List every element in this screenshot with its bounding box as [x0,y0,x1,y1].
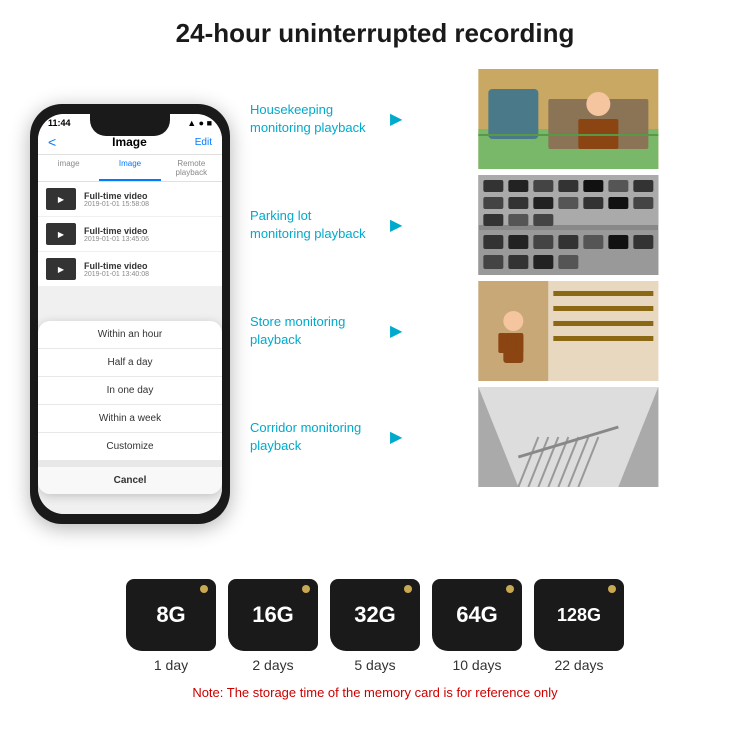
storage-cards-row: 8G 1 day 16G 2 days 32G 5 days 64G 10 da… [126,579,624,673]
monitoring-label-housekeeping: Housekeepingmonitoring playback [250,101,380,137]
dropdown-item-within-hour[interactable]: Within an hour [38,321,222,349]
sd-card-16g: 16G [228,579,318,651]
sd-card-32g: 32G [330,579,420,651]
monitoring-section: Housekeepingmonitoring playback ▶ Parkin… [250,59,730,569]
monitoring-item-housekeeping: Housekeepingmonitoring playback ▶ [250,69,730,169]
main-content: 11:44 ▲ ● ■ < Image Edit image Image Rem… [0,59,750,569]
storage-card-128g: 128G 22 days [534,579,624,673]
monitoring-image-corridor [407,387,730,487]
phone-notch [90,114,170,136]
monitoring-text-housekeeping: Housekeepingmonitoring playback [250,102,366,135]
page-header: 24-hour uninterrupted recording [0,0,750,59]
item-title: Full-time video [84,226,214,236]
storage-days-8g: 1 day [154,657,188,673]
item-title: Full-time video [84,191,214,201]
monitoring-image-parking [407,175,730,275]
sd-card-label-64g: 64G [456,602,498,628]
phone-tabs: image Image Remote playback [38,155,222,182]
storage-days-32g: 5 days [354,657,395,673]
storage-card-8g: 8G 1 day [126,579,216,673]
storage-section: 8G 1 day 16G 2 days 32G 5 days 64G 10 da… [0,569,750,705]
dropdown-item-half-day[interactable]: Half a day [38,349,222,377]
dropdown-item-customize[interactable]: Customize [38,433,222,461]
sd-card-64g: 64G [432,579,522,651]
storage-card-16g: 16G 2 days [228,579,318,673]
monitoring-label-store: Store monitoringplayback [250,313,380,349]
storage-days-64g: 10 days [452,657,501,673]
monitoring-item-corridor: Corridor monitoringplayback ▶ [250,387,730,487]
sd-card-128g: 128G [534,579,624,651]
list-info: Full-time video 2019-01-01 15:58:08 [84,191,214,208]
corridor-photo [407,387,730,487]
parking-photo [407,175,730,275]
storage-card-64g: 64G 10 days [432,579,522,673]
sd-card-label-8g: 8G [156,602,185,628]
back-arrow-icon[interactable]: < [48,134,56,150]
monitoring-text-store: Store monitoringplayback [250,314,345,347]
storage-days-16g: 2 days [252,657,293,673]
store-photo [407,281,730,381]
list-item[interactable]: ▶ Full-time video 2019-01-01 13:40:08 [38,252,222,286]
storage-card-32g: 32G 5 days [330,579,420,673]
list-thumb: ▶ [46,258,76,280]
storage-note: Note: The storage time of the memory car… [192,685,557,700]
phone-dropdown: Within an hour Half a day In one day Wit… [38,321,222,494]
arrow-icon-store: ▶ [390,321,402,341]
arrow-icon-corridor: ▶ [390,427,402,447]
list-info: Full-time video 2019-01-01 13:40:08 [84,261,214,278]
storage-days-128g: 22 days [554,657,603,673]
arrow-icon-housekeeping: ▶ [390,109,402,129]
monitoring-item-store: Store monitoringplayback ▶ [250,281,730,381]
item-title: Full-time video [84,261,214,271]
monitoring-text-corridor: Corridor monitoringplayback [250,420,361,453]
item-date: 2019-01-01 13:40:08 [84,271,214,278]
arrow-icon-parking: ▶ [390,215,402,235]
phone-screen: 11:44 ▲ ● ■ < Image Edit image Image Rem… [38,114,222,514]
sd-card-label-128g: 128G [557,605,601,626]
item-date: 2019-01-01 13:45:06 [84,236,214,243]
list-thumb: ▶ [46,223,76,245]
dropdown-item-within-week[interactable]: Within a week [38,405,222,433]
edit-button[interactable]: Edit [195,137,212,148]
monitoring-image-housekeeping [407,69,730,169]
tab-image-lower[interactable]: image [38,155,99,181]
sd-card-8g: 8G [126,579,216,651]
list-item[interactable]: ▶ Full-time video 2019-01-01 13:45:06 [38,217,222,251]
phone-time: 11:44 [48,118,71,128]
list-info: Full-time video 2019-01-01 13:45:06 [84,226,214,243]
monitoring-image-store [407,281,730,381]
phone-mockup: 11:44 ▲ ● ■ < Image Edit image Image Rem… [30,104,230,524]
list-thumb: ▶ [46,188,76,210]
monitoring-item-parking: Parking lotmonitoring playback ▶ [250,175,730,275]
sd-card-label-32g: 32G [354,602,396,628]
monitoring-text-parking: Parking lotmonitoring playback [250,208,366,241]
dropdown-cancel-button[interactable]: Cancel [38,461,222,494]
tab-image-upper[interactable]: Image [99,155,160,181]
sd-card-label-16g: 16G [252,602,294,628]
page-title: 24-hour uninterrupted recording [20,18,730,49]
tab-remote-playback[interactable]: Remote playback [161,155,222,181]
phone-container: 11:44 ▲ ● ■ < Image Edit image Image Rem… [20,59,240,569]
monitoring-label-parking: Parking lotmonitoring playback [250,207,380,243]
dropdown-item-one-day[interactable]: In one day [38,377,222,405]
item-date: 2019-01-01 15:58:08 [84,201,214,208]
housekeeping-photo [407,69,730,169]
monitoring-label-corridor: Corridor monitoringplayback [250,419,380,455]
phone-icons: ▲ ● ■ [187,118,212,128]
list-item[interactable]: ▶ Full-time video 2019-01-01 15:58:08 [38,182,222,216]
nav-title: Image [64,135,195,149]
